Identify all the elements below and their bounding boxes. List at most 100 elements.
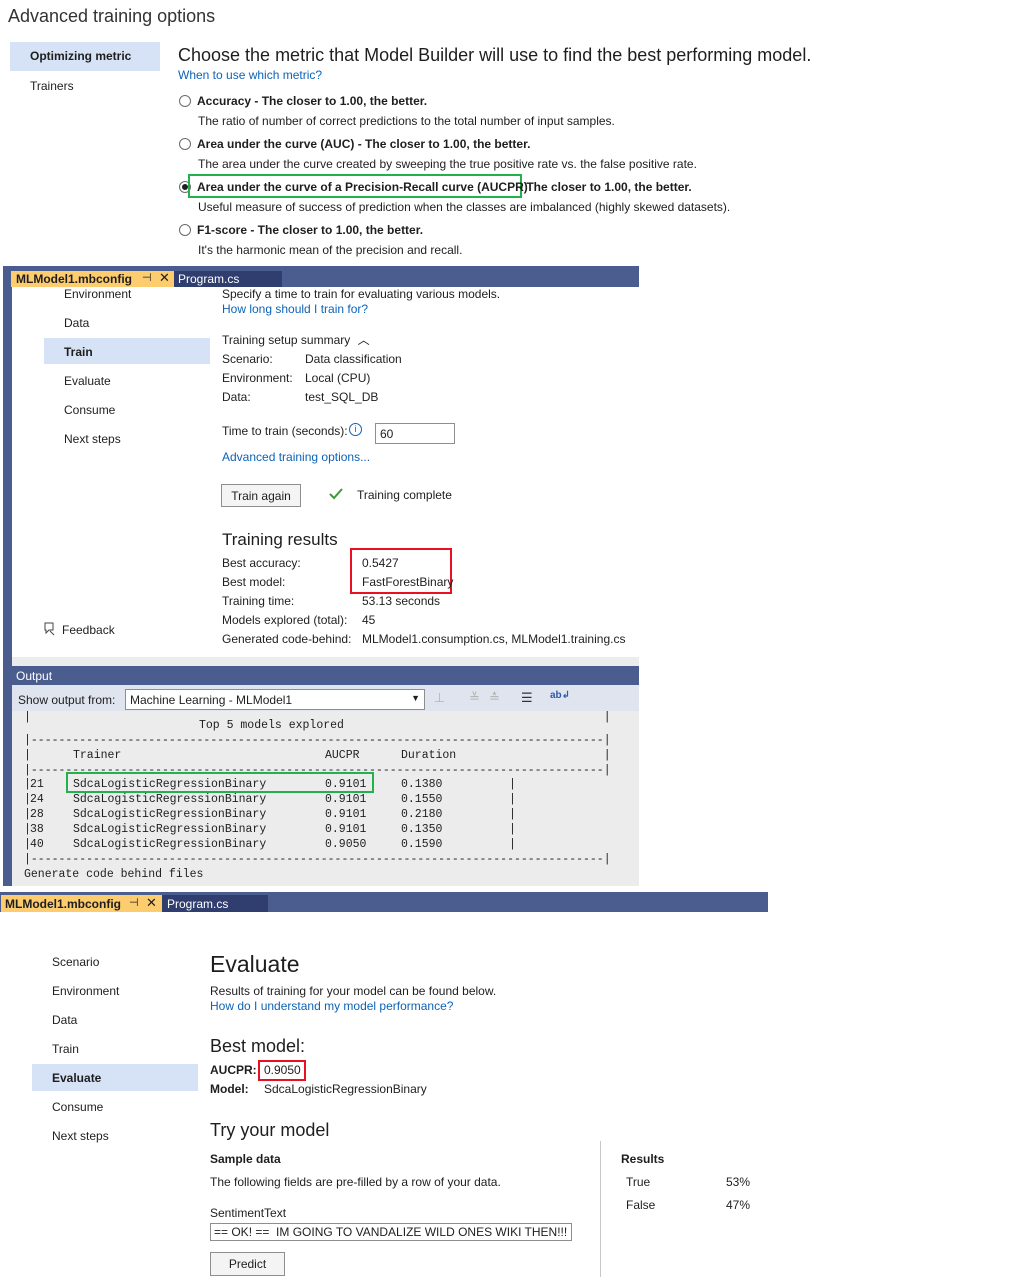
time-to-train-input[interactable]: 60 xyxy=(375,423,455,444)
advanced-training-options-link[interactable]: Advanced training options... xyxy=(222,450,370,464)
best-model-title: Best model: xyxy=(210,1036,306,1056)
result-false-label: False xyxy=(626,1198,656,1212)
tab-mlmodel1-mbconfig-2[interactable]: MLModel1.mbconfig ⊣ ✕ xyxy=(1,895,162,912)
output-footer: Generate code behind files xyxy=(24,868,204,881)
output-source-select[interactable]: Machine Learning - MLModel1 ▼ xyxy=(125,689,425,710)
best-accuracy-value: 0.5427 xyxy=(362,556,399,570)
chevron-up-icon[interactable]: ︿ xyxy=(358,331,370,348)
results-header: Results xyxy=(621,1152,665,1166)
column-duration: Duration xyxy=(401,749,457,762)
nav-item-consume[interactable]: Consume xyxy=(52,1100,103,1114)
models-explored-value: 45 xyxy=(362,613,376,627)
summary-scenario-label: Scenario: xyxy=(222,352,273,366)
model-performance-help-link[interactable]: How do I understand my model performance… xyxy=(210,999,453,1013)
summary-data-value: test_SQL_DB xyxy=(305,390,379,404)
summary-header[interactable]: Training setup summary ︿ xyxy=(222,331,370,348)
auc-option-title[interactable]: Area under the curve (AUC) - The closer … xyxy=(197,137,530,151)
accuracy-radio[interactable] xyxy=(179,95,191,107)
tab-program-cs-2[interactable]: Program.cs xyxy=(162,895,268,912)
sample-data-desc: The following fields are pre-filled by a… xyxy=(210,1175,501,1189)
nav-item-scenario[interactable]: Scenario xyxy=(52,955,99,969)
aucpr-value: 0.9050 xyxy=(264,1063,301,1077)
nav-item-train[interactable]: Train xyxy=(44,338,210,364)
time-to-train-label: Time to train (seconds): xyxy=(222,424,348,438)
training-time-label: Training time: xyxy=(222,594,295,608)
accuracy-option-desc: The ratio of number of correct predictio… xyxy=(198,114,615,128)
nav-item-trainers[interactable]: Trainers xyxy=(30,79,74,93)
best-accuracy-label: Best accuracy: xyxy=(222,556,301,570)
f1-option-title[interactable]: F1-score - The closer to 1.00, the bette… xyxy=(197,223,423,237)
pin-icon[interactable]: ⊣ xyxy=(142,271,152,284)
results-divider xyxy=(600,1141,601,1277)
clear-all-icon[interactable]: ☰ xyxy=(521,690,537,706)
train-intro: Specify a time to train for evaluating v… xyxy=(222,287,501,301)
train-again-button[interactable]: Train again xyxy=(221,484,301,507)
next-message-icon[interactable]: ≛ xyxy=(489,690,505,706)
summary-environment-label: Environment: xyxy=(222,371,293,385)
nav-item-evaluate[interactable]: Evaluate xyxy=(64,374,111,388)
evaluate-intro: Results of training for your model can b… xyxy=(210,984,497,998)
feedback-icon[interactable] xyxy=(43,622,55,636)
auc-option-desc: The area under the curve created by swee… xyxy=(198,157,697,171)
model-value: SdcaLogisticRegressionBinary xyxy=(264,1082,427,1096)
feedback-link[interactable]: Feedback xyxy=(62,623,115,637)
sentiment-text-label: SentimentText xyxy=(210,1206,287,1220)
summary-scenario-value: Data classification xyxy=(305,352,402,366)
checkmark-icon xyxy=(328,487,344,501)
f1-radio[interactable] xyxy=(179,224,191,236)
aucpr-option-suffix: - The closer to 1.00, the better. xyxy=(519,180,692,194)
sentiment-text-input[interactable]: == OK! == IM GOING TO VANDALIZE WILD ONE… xyxy=(210,1223,572,1241)
models-explored-label: Models explored (total): xyxy=(222,613,348,627)
aucpr-option-desc: Useful measure of success of prediction … xyxy=(198,200,731,214)
how-long-link[interactable]: How long should I train for? xyxy=(222,302,368,316)
tab-mlmodel1-mbconfig[interactable]: MLModel1.mbconfig ⊣ ✕ xyxy=(11,270,174,287)
output-title-bar: Output xyxy=(12,666,639,685)
sample-data-header: Sample data xyxy=(210,1152,281,1166)
nav-item-optimizing-metric[interactable]: Optimizing metric xyxy=(10,42,160,71)
metric-help-link[interactable]: When to use which metric? xyxy=(178,68,322,82)
training-results-title: Training results xyxy=(222,530,338,549)
predict-button[interactable]: Predict xyxy=(210,1252,285,1276)
window-left-edge xyxy=(3,287,12,886)
nav-item-environment[interactable]: Environment xyxy=(64,287,131,301)
training-time-value: 53.13 seconds xyxy=(362,594,441,608)
find-icon[interactable]: ⊥ xyxy=(434,690,450,706)
accuracy-option-title[interactable]: Accuracy - The closer to 1.00, the bette… xyxy=(197,94,427,108)
nav-item-consume[interactable]: Consume xyxy=(64,403,115,417)
previous-message-icon[interactable]: ≚ xyxy=(469,690,485,706)
nav-item-train[interactable]: Train xyxy=(52,1042,79,1056)
nav-item-data[interactable]: Data xyxy=(52,1013,77,1027)
close-icon[interactable]: ✕ xyxy=(159,270,170,286)
aucpr-option-title[interactable]: Area under the curve of a Precision-Reca… xyxy=(197,180,528,194)
f1-option-desc: It's the harmonic mean of the precision … xyxy=(198,243,463,257)
column-trainer: Trainer xyxy=(73,749,122,762)
close-icon[interactable]: ✕ xyxy=(146,895,157,911)
show-output-label: Show output from: xyxy=(18,693,116,707)
aucpr-label: AUCPR: xyxy=(210,1063,257,1077)
dialog-title: Advanced training options xyxy=(8,6,216,26)
evaluate-title: Evaluate xyxy=(210,951,300,977)
summary-environment-value: Local (CPU) xyxy=(305,371,371,385)
pin-icon[interactable]: ⊣ xyxy=(129,896,139,909)
auc-radio[interactable] xyxy=(179,138,191,150)
info-icon[interactable]: i xyxy=(349,423,362,436)
nav-item-evaluate[interactable]: Evaluate xyxy=(32,1064,198,1091)
try-model-title: Try your model xyxy=(210,1120,330,1140)
nav-item-next-steps[interactable]: Next steps xyxy=(64,432,121,446)
nav-item-next-steps[interactable]: Next steps xyxy=(52,1129,109,1143)
word-wrap-icon[interactable]: ab↲ xyxy=(550,690,570,706)
result-false-value: 47% xyxy=(726,1198,751,1212)
best-model-value: FastForestBinary xyxy=(362,575,454,589)
nav-item-data[interactable]: Data xyxy=(64,316,89,330)
tab-program-cs[interactable]: Program.cs xyxy=(174,271,282,287)
model-label: Model: xyxy=(210,1082,249,1096)
train-window: MLModel1.mbconfig ⊣ ✕ Program.cs Environ… xyxy=(3,266,639,886)
chevron-down-icon: ▼ xyxy=(411,693,420,703)
nav-item-environment[interactable]: Environment xyxy=(52,984,119,998)
output-table-title: Top 5 models explored xyxy=(199,719,344,732)
column-aucpr: AUCPR xyxy=(325,749,360,762)
metric-heading: Choose the metric that Model Builder wil… xyxy=(178,45,812,65)
code-behind-label: Generated code-behind: xyxy=(222,632,352,646)
code-behind-value: MLModel1.consumption.cs, MLModel1.traini… xyxy=(362,632,626,646)
summary-data-label: Data: xyxy=(222,390,251,404)
